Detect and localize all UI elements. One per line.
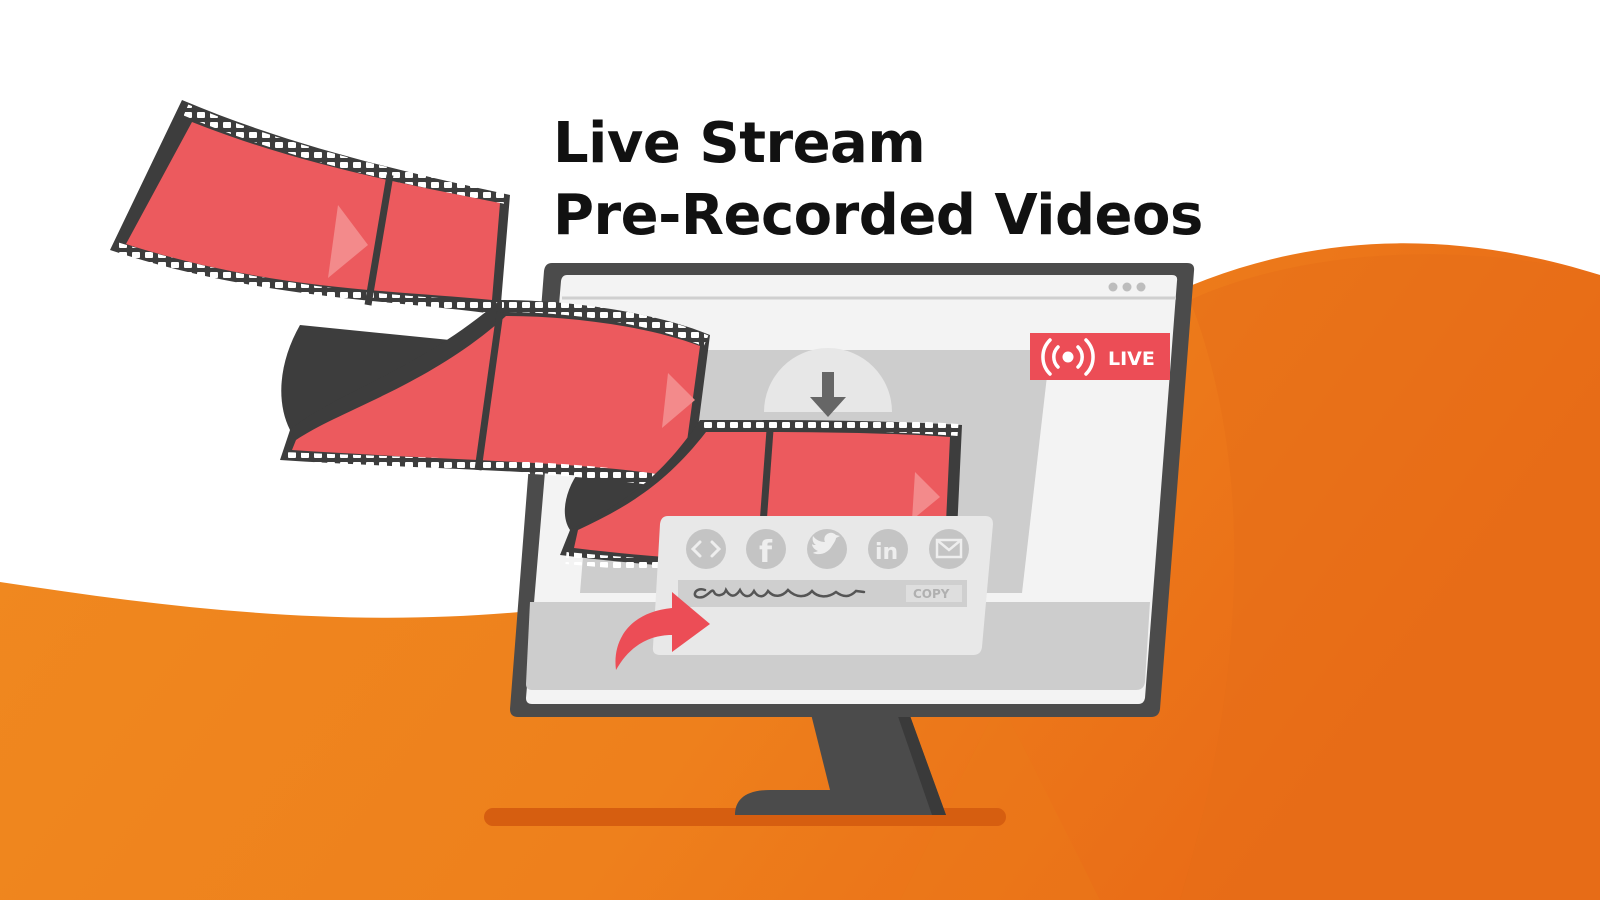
twitter-icon[interactable] [807,529,847,569]
embed-code-field[interactable]: COPY [678,580,967,607]
svg-text:in: in [875,540,898,565]
embed-code-icon[interactable] [686,529,726,569]
headline-line-2: Pre-Recorded Videos [553,183,1203,248]
headline-line-1: Live Stream [553,111,926,176]
email-icon[interactable] [929,529,969,569]
linkedin-icon[interactable]: in [868,529,908,569]
copy-label: COPY [913,587,950,601]
headline: Live Stream Pre-Recorded Videos [553,108,1203,252]
svg-text:f: f [759,535,773,570]
